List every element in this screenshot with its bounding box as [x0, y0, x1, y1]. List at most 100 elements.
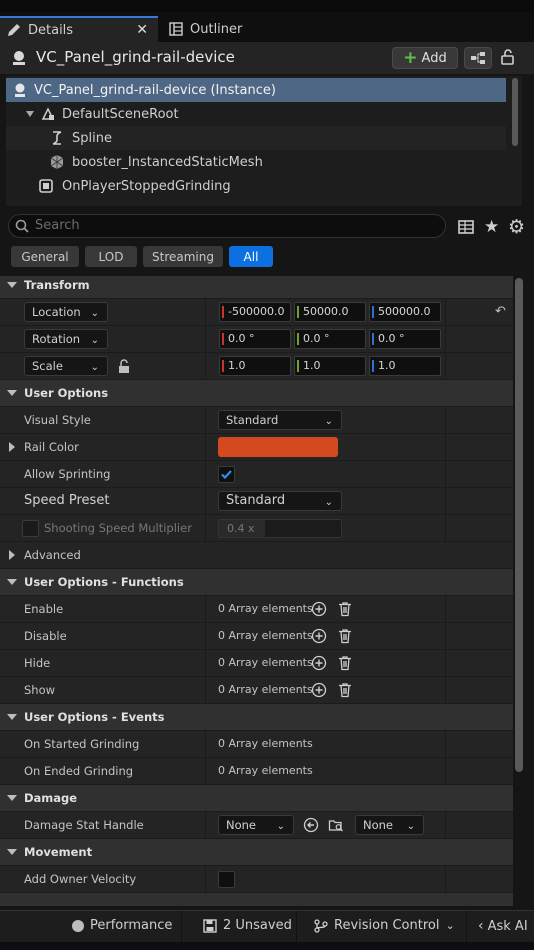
tree-item-event[interactable]: OnPlayerStoppedGrinding — [6, 174, 506, 198]
filter-all[interactable]: All — [229, 246, 273, 267]
trash-icon[interactable] — [337, 628, 353, 644]
function-label: Disable — [24, 629, 67, 643]
rotation-z-field[interactable]: 0.0 ° — [369, 329, 441, 349]
rotation-dropdown[interactable]: Rotation ⌄ — [24, 329, 108, 349]
tree-scrollbar[interactable] — [512, 78, 518, 146]
tab-outliner[interactable]: Outliner — [162, 16, 272, 42]
status-bar: Performance 2 Unsaved Revision Control ⌄… — [0, 910, 534, 943]
add-owner-velocity-checkbox[interactable] — [218, 871, 235, 888]
expand-arrow-icon[interactable] — [9, 442, 15, 452]
ask-ai-button[interactable]: ‹ Ask AI — [478, 918, 528, 934]
scale-y-value: 1.0 — [303, 359, 321, 372]
collapse-arrow-icon[interactable] — [7, 714, 17, 720]
location-row: Location ⌄ -500000.0 50000.0 500000.0 ↶ — [0, 299, 513, 326]
chevron-left-icon: ‹ — [478, 918, 484, 934]
branch-icon — [314, 918, 328, 933]
tree-expand-icon[interactable] — [26, 111, 34, 117]
add-element-icon[interactable] — [311, 628, 327, 644]
visual-style-dropdown[interactable]: Standard ⌄ — [218, 410, 342, 430]
rotation-row: Rotation ⌄ 0.0 ° 0.0 ° 0.0 ° — [0, 326, 513, 353]
add-component-button[interactable]: + Add — [392, 47, 458, 69]
tab-details[interactable]: Details ✕ — [0, 16, 158, 42]
tree-item-default-scene-root[interactable]: DefaultSceneRoot — [6, 102, 506, 126]
tree-item-instance[interactable]: VC_Panel_grind-rail-device (Instance) — [6, 78, 506, 102]
location-y-field[interactable]: 50000.0 — [294, 302, 366, 322]
details-scrollbar[interactable] — [515, 278, 523, 772]
event-label: On Started Grinding — [24, 737, 140, 751]
scale-y-field[interactable]: 1.0 — [294, 356, 366, 376]
rail-color-swatch[interactable] — [218, 437, 338, 457]
collapse-arrow-icon[interactable] — [7, 849, 17, 855]
location-z-value: 500000.0 — [378, 305, 431, 318]
scale-label: Scale — [32, 359, 63, 373]
rotation-y-field[interactable]: 0.0 ° — [294, 329, 366, 349]
search-input[interactable]: Search — [8, 214, 446, 238]
unsaved-button[interactable]: 2 Unsaved — [203, 918, 292, 933]
trash-icon[interactable] — [337, 601, 353, 617]
tree-item-spline[interactable]: Spline — [6, 126, 506, 150]
location-z-field[interactable]: 500000.0 — [369, 302, 441, 322]
scale-z-field[interactable]: 1.0 — [369, 356, 441, 376]
tree-item-label: booster_InstancedStaticMesh — [72, 154, 263, 170]
x-axis-marker — [222, 333, 224, 345]
event-component-icon — [39, 179, 53, 193]
collapse-arrow-icon[interactable] — [7, 579, 17, 585]
category-user-options-events[interactable]: User Options - Events — [0, 704, 513, 731]
scale-lock-icon[interactable] — [118, 359, 131, 374]
shooting-speed-override-checkbox[interactable] — [22, 520, 39, 537]
use-selected-icon[interactable] — [303, 817, 319, 833]
filter-streaming[interactable]: Streaming — [143, 246, 223, 267]
category-user-options-functions[interactable]: User Options - Functions — [0, 569, 513, 596]
chevron-down-icon: ⌄ — [324, 416, 333, 427]
speed-preset-dropdown[interactable]: Standard ⌄ — [218, 491, 342, 511]
reset-to-default-icon[interactable]: ↶ — [495, 304, 506, 319]
favorites-star-icon[interactable]: ★ — [484, 217, 499, 237]
close-icon[interactable]: ✕ — [136, 22, 148, 38]
category-next-partial[interactable] — [0, 893, 513, 906]
revision-control-button[interactable]: Revision Control ⌄ — [314, 918, 455, 933]
performance-button[interactable]: Performance — [72, 918, 172, 933]
rail-color-row: Rail Color — [0, 434, 513, 461]
column-divider — [445, 650, 446, 677]
speed-preset-value: Standard — [226, 493, 286, 508]
z-axis-marker — [372, 360, 374, 372]
allow-sprinting-checkbox[interactable] — [218, 466, 235, 483]
location-dropdown[interactable]: Location ⌄ — [24, 302, 108, 322]
rotation-y-value: 0.0 ° — [303, 332, 330, 345]
collapse-arrow-icon[interactable] — [7, 282, 17, 288]
trash-icon[interactable] — [337, 682, 353, 698]
add-element-icon[interactable] — [311, 601, 327, 617]
category-damage[interactable]: Damage — [0, 785, 513, 812]
function-label: Hide — [24, 656, 51, 670]
filter-general[interactable]: General — [11, 246, 79, 267]
settings-gear-icon[interactable]: ⚙ — [508, 216, 525, 238]
table-view-icon[interactable] — [457, 218, 475, 239]
lock-icon[interactable] — [500, 48, 516, 69]
speed-preset-label: Speed Preset — [24, 493, 110, 508]
collapse-arrow-icon[interactable] — [7, 390, 17, 396]
damage-stat-secondary-dropdown[interactable]: None ⌄ — [355, 815, 424, 835]
tree-item-booster-mesh[interactable]: booster_InstancedStaticMesh — [6, 150, 506, 174]
tab-outliner-label: Outliner — [190, 21, 243, 37]
filter-lod[interactable]: LOD — [85, 246, 137, 267]
scene-root-icon — [41, 107, 55, 120]
trash-icon[interactable] — [337, 655, 353, 671]
category-user-options[interactable]: User Options — [0, 380, 513, 407]
scale-x-field[interactable]: 1.0 — [219, 356, 291, 376]
location-x-field[interactable]: -500000.0 — [219, 302, 291, 322]
rotation-x-field[interactable]: 0.0 ° — [219, 329, 291, 349]
damage-stat-handle-dropdown[interactable]: None ⌄ — [218, 815, 294, 835]
category-label: Transform — [24, 278, 90, 292]
expand-arrow-icon[interactable] — [9, 550, 15, 560]
advanced-row[interactable]: Advanced — [0, 542, 513, 569]
collapse-arrow-icon[interactable] — [7, 795, 17, 801]
browse-folder-icon[interactable] — [328, 817, 344, 833]
function-row-show: Show 0 Array elements — [0, 677, 513, 704]
blueprint-hierarchy-button[interactable] — [464, 47, 492, 69]
scale-dropdown[interactable]: Scale ⌄ — [24, 356, 108, 376]
add-element-icon[interactable] — [311, 655, 327, 671]
add-element-icon[interactable] — [311, 682, 327, 698]
shooting-speed-field[interactable]: 0.4 x — [218, 519, 342, 538]
category-movement[interactable]: Movement — [0, 839, 513, 866]
category-transform[interactable]: Transform — [0, 276, 513, 299]
